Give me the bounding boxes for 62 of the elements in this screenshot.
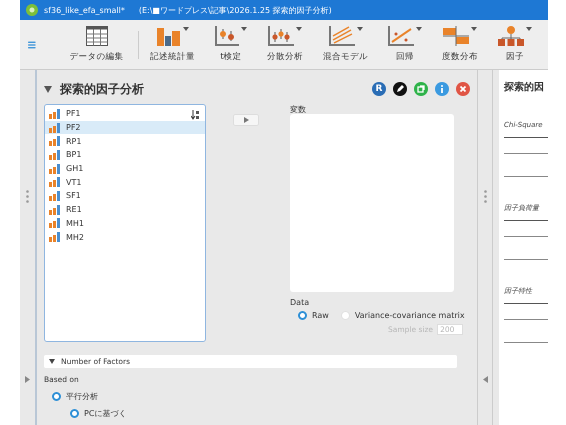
- mixed-toolbar-button[interactable]: 混合モデル: [319, 26, 372, 63]
- file-path: (E:\■ワードプレス\記事\2026.1.25 探索的因子分析): [138, 4, 332, 16]
- radio-circle[interactable]: [70, 409, 79, 418]
- variable-item[interactable]: VT1: [45, 175, 205, 190]
- variable-item[interactable]: RE1: [45, 202, 205, 216]
- dot-plot-icon: [215, 26, 239, 46]
- table-toolbar-button[interactable]: データの編集: [66, 26, 128, 63]
- continuous-variable-icon: [49, 204, 60, 215]
- bars-toolbar-button[interactable]: 記述統計量: [146, 26, 199, 63]
- edit-icon[interactable]: [393, 82, 407, 96]
- app-logo-icon: [26, 4, 38, 16]
- continuous-variable-icon: [49, 108, 60, 119]
- collapse-arrow-icon[interactable]: [44, 86, 52, 92]
- variable-item[interactable]: PF1: [45, 107, 205, 121]
- variable-item[interactable]: PF2: [45, 120, 205, 134]
- data-label: Data: [290, 298, 310, 307]
- results-title: 探索的因: [504, 80, 544, 94]
- drag-handle-icon[interactable]: [26, 190, 29, 203]
- based-on-radio[interactable]: 平行分析: [52, 391, 98, 402]
- variable-item[interactable]: RP1: [45, 134, 205, 148]
- radio-circle[interactable]: [298, 311, 307, 320]
- continuous-variable-icon: [49, 232, 60, 242]
- radio-circle[interactable]: [52, 392, 61, 401]
- continuous-variable-icon: [49, 190, 60, 201]
- info-icon[interactable]: [435, 82, 449, 96]
- hierarchy-icon: [498, 26, 524, 46]
- expand-arrow-icon[interactable]: [25, 376, 30, 383]
- ttest-toolbar-button[interactable]: t検定: [211, 26, 251, 63]
- anova-toolbar-button[interactable]: 分散分析: [263, 26, 307, 63]
- sort-icon[interactable]: [191, 110, 200, 120]
- close-icon[interactable]: [456, 82, 470, 96]
- variable-item[interactable]: BP1: [45, 148, 205, 162]
- move-right-button[interactable]: [233, 114, 259, 126]
- window-title: sf36_like_efa_small*: [44, 6, 125, 14]
- regression-toolbar-button[interactable]: 回帰: [384, 26, 426, 63]
- factor-toolbar-button[interactable]: 因子: [494, 26, 536, 63]
- duplicate-icon[interactable]: [414, 82, 428, 96]
- variable-item[interactable]: SF1: [45, 189, 205, 203]
- data-radio[interactable]: Raw: [298, 311, 329, 320]
- based-on-radio[interactable]: PCに基づく: [70, 408, 126, 419]
- dot-plot-icon: [268, 26, 294, 46]
- data-radio[interactable]: Variance-covariance matrix: [340, 311, 465, 320]
- scatter-lines-icon: [328, 26, 354, 46]
- continuous-variable-icon: [49, 136, 60, 146]
- continuous-variable-icon: [49, 164, 60, 174]
- drag-handle-icon[interactable]: [484, 190, 486, 203]
- variable-item[interactable]: MH1: [45, 216, 205, 230]
- table-icon: [86, 26, 108, 46]
- frequency-table-icon: [443, 26, 469, 46]
- continuous-variable-icon: [49, 218, 60, 228]
- variable-item[interactable]: GH1: [45, 162, 205, 176]
- continuous-variable-icon: [49, 122, 60, 133]
- variable-item[interactable]: MH2: [45, 230, 205, 244]
- continuous-variable-icon: [49, 150, 60, 160]
- collapse-arrow-icon[interactable]: [482, 376, 488, 383]
- r-code-button[interactable]: R: [372, 82, 386, 96]
- bar-chart-icon: [156, 26, 180, 46]
- target-label: 変数: [290, 104, 307, 114]
- regression-icon: [388, 26, 414, 46]
- continuous-variable-icon: [49, 177, 60, 188]
- analysis-title: 探索的因子分析: [60, 80, 144, 98]
- frequency-toolbar-button[interactable]: 度数分布: [438, 26, 482, 63]
